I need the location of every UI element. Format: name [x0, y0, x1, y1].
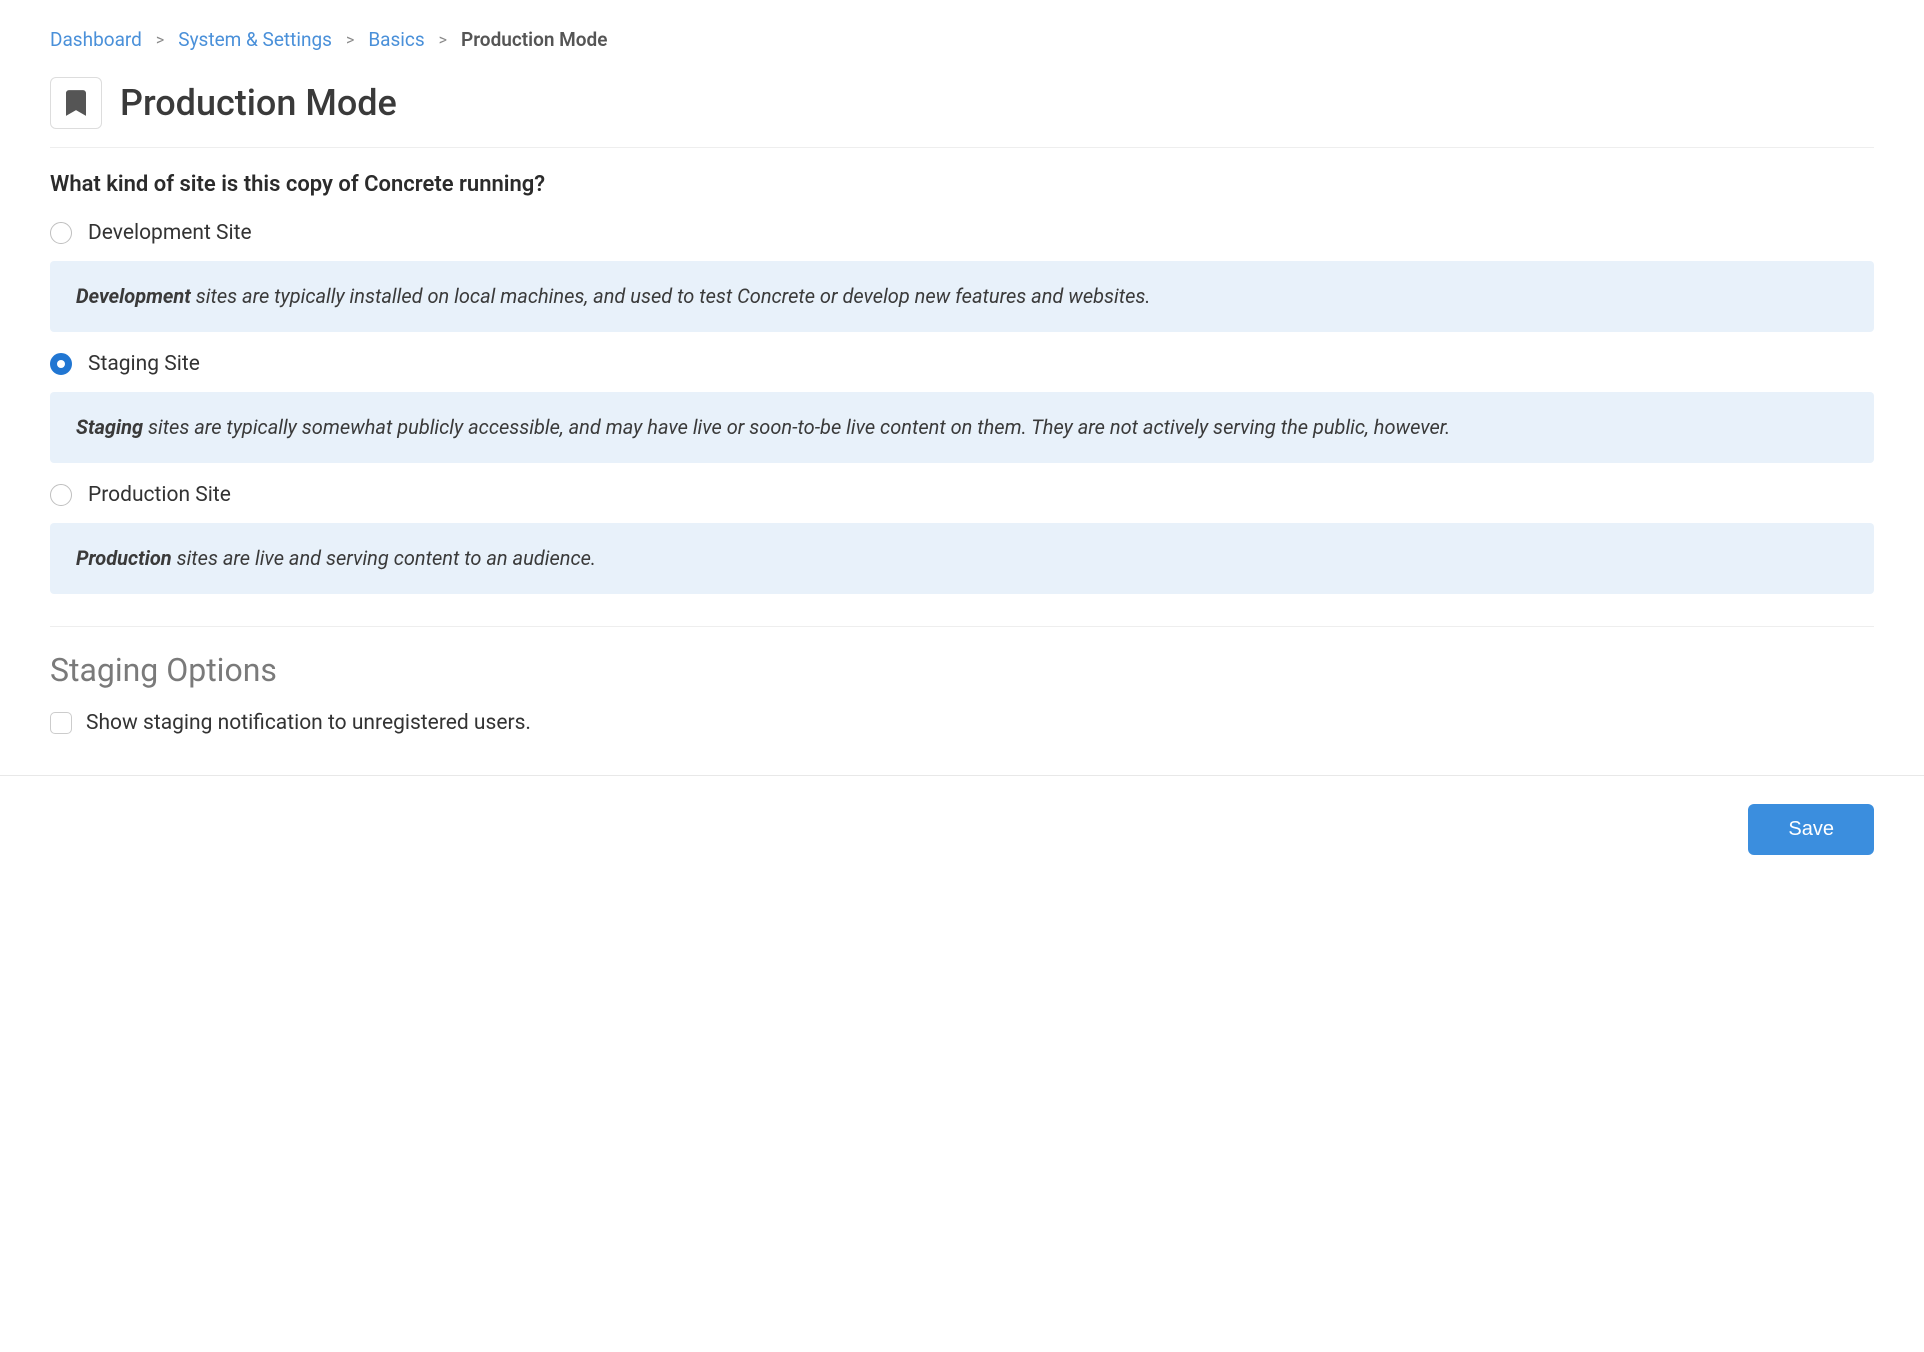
radio-input-staging[interactable]	[50, 353, 72, 375]
radio-option-staging[interactable]: Staging Site	[50, 352, 1874, 376]
help-text-staging: Staging sites are typically somewhat pub…	[50, 392, 1874, 463]
help-text-development: Development sites are typically installe…	[50, 261, 1874, 332]
divider	[50, 626, 1874, 627]
bookmark-icon	[50, 77, 102, 129]
radio-option-development[interactable]: Development Site	[50, 221, 1874, 245]
breadcrumb-link-system-settings[interactable]: System & Settings	[178, 28, 332, 51]
radio-label-staging[interactable]: Staging Site	[88, 352, 200, 376]
radio-label-development[interactable]: Development Site	[88, 221, 252, 245]
breadcrumb-link-dashboard[interactable]: Dashboard	[50, 28, 142, 51]
radio-input-production[interactable]	[50, 484, 72, 506]
radio-label-production[interactable]: Production Site	[88, 483, 231, 507]
divider	[50, 147, 1874, 148]
chevron-right-icon: >	[439, 30, 447, 49]
checkbox-label-show-notification[interactable]: Show staging notification to unregistere…	[86, 711, 531, 735]
section-title-staging-options: Staging Options	[50, 651, 1874, 689]
page-header: Production Mode	[50, 77, 1874, 129]
checkbox-option-show-notification[interactable]: Show staging notification to unregistere…	[50, 711, 1874, 735]
checkbox-input-show-notification[interactable]	[50, 712, 72, 734]
save-button[interactable]: Save	[1748, 804, 1874, 855]
help-text-production: Production sites are live and serving co…	[50, 523, 1874, 594]
footer: Save	[0, 775, 1924, 855]
breadcrumb: Dashboard > System & Settings > Basics >…	[50, 28, 1874, 51]
chevron-right-icon: >	[346, 30, 354, 49]
radio-input-development[interactable]	[50, 222, 72, 244]
breadcrumb-current: Production Mode	[461, 28, 607, 51]
radio-option-production[interactable]: Production Site	[50, 483, 1874, 507]
section-question: What kind of site is this copy of Concre…	[50, 172, 1874, 197]
page-title: Production Mode	[120, 82, 397, 124]
breadcrumb-link-basics[interactable]: Basics	[368, 28, 424, 51]
chevron-right-icon: >	[156, 30, 164, 49]
